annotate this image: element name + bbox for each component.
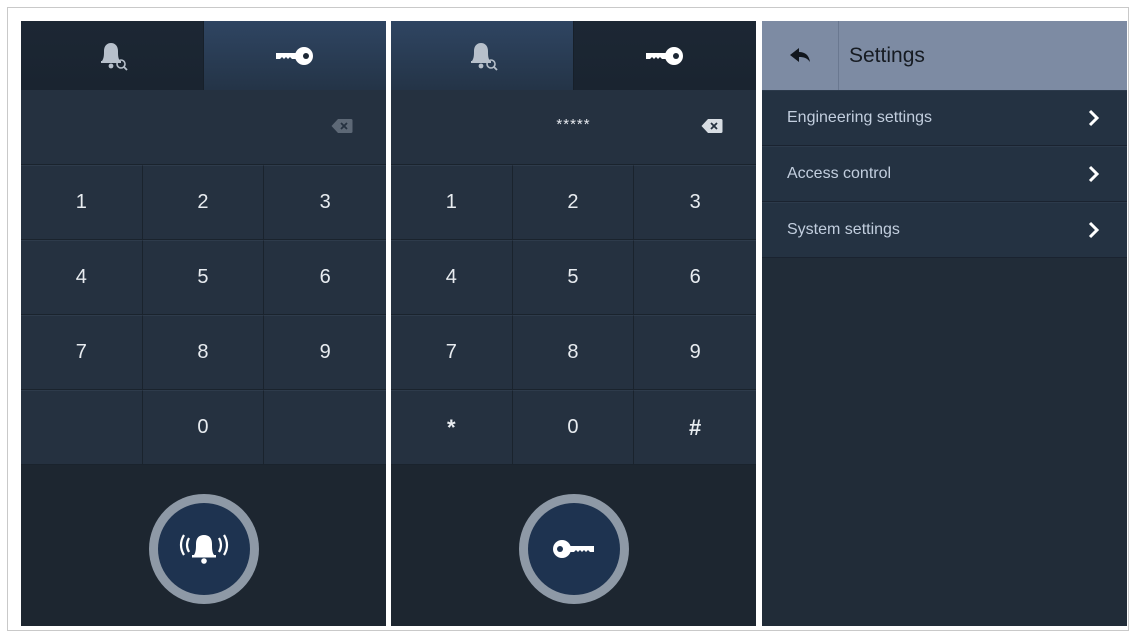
menu-item-access-control[interactable]: Access control [762,146,1127,202]
page-title: Settings [849,44,925,67]
bell-search-icon [101,42,128,71]
menu-item-engineering-settings[interactable]: Engineering settings [762,90,1127,146]
code-display: ***** [391,90,756,165]
unlock-button[interactable] [518,494,629,604]
key-icon [646,46,683,65]
key-3[interactable]: 3 [634,165,756,240]
menu-item-label: Access control [787,165,892,182]
back-button[interactable] [762,21,839,90]
key-9[interactable]: 9 [264,315,386,390]
settings-panel: Settings Engineering settings Access con… [762,21,1127,626]
back-arrow-icon [790,47,810,62]
key-blank-left [21,390,143,465]
key-1[interactable]: 1 [391,165,513,240]
call-keypad-panel: 1 2 3 4 5 6 7 8 9 0 [21,21,386,626]
backspace-icon[interactable] [331,118,353,134]
key-5[interactable]: 5 [512,240,635,315]
key-star[interactable]: * [391,390,513,465]
numeric-keypad: 1 2 3 4 5 6 7 8 9 * 0 # [391,165,756,465]
key-1[interactable]: 1 [21,165,143,240]
backspace-icon[interactable] [701,118,723,134]
key-icon [552,540,594,558]
key-5[interactable]: 5 [142,240,265,315]
key-6[interactable]: 6 [634,240,756,315]
key-0[interactable]: 0 [142,390,265,465]
settings-menu: Engineering settings Access control Syst… [762,90,1127,258]
chevron-right-icon [1088,109,1100,127]
menu-item-label: Engineering settings [787,109,932,126]
key-6[interactable]: 6 [264,240,386,315]
bell-search-icon [471,42,498,71]
action-bar [21,465,386,626]
key-8[interactable]: 8 [142,315,265,390]
access-code-panel: ***** 1 2 3 4 5 6 7 8 9 * 0 # [391,21,756,626]
key-0[interactable]: 0 [512,390,635,465]
tab-access-code[interactable] [203,21,386,90]
tab-call-search[interactable] [391,21,573,90]
chevron-right-icon [1088,165,1100,183]
mode-tabs [21,21,386,90]
action-bar [391,465,756,626]
key-7[interactable]: 7 [391,315,513,390]
mode-tabs [391,21,756,90]
key-7[interactable]: 7 [21,315,143,390]
ringing-bell-icon [179,534,228,564]
key-icon [276,46,313,65]
call-button[interactable] [148,494,259,604]
menu-item-label: System settings [787,221,900,238]
key-4[interactable]: 4 [391,240,513,315]
key-3[interactable]: 3 [264,165,386,240]
numeric-keypad: 1 2 3 4 5 6 7 8 9 0 [21,165,386,465]
key-9[interactable]: 9 [634,315,756,390]
key-blank-right [264,390,386,465]
code-display [21,90,386,165]
key-4[interactable]: 4 [21,240,143,315]
key-8[interactable]: 8 [512,315,635,390]
settings-header: Settings [762,21,1127,90]
chevron-right-icon [1088,221,1100,239]
tab-call-search[interactable] [21,21,203,90]
key-2[interactable]: 2 [512,165,635,240]
key-2[interactable]: 2 [142,165,265,240]
menu-item-system-settings[interactable]: System settings [762,202,1127,258]
key-hash[interactable]: # [634,390,756,465]
tab-access-code[interactable] [573,21,756,90]
